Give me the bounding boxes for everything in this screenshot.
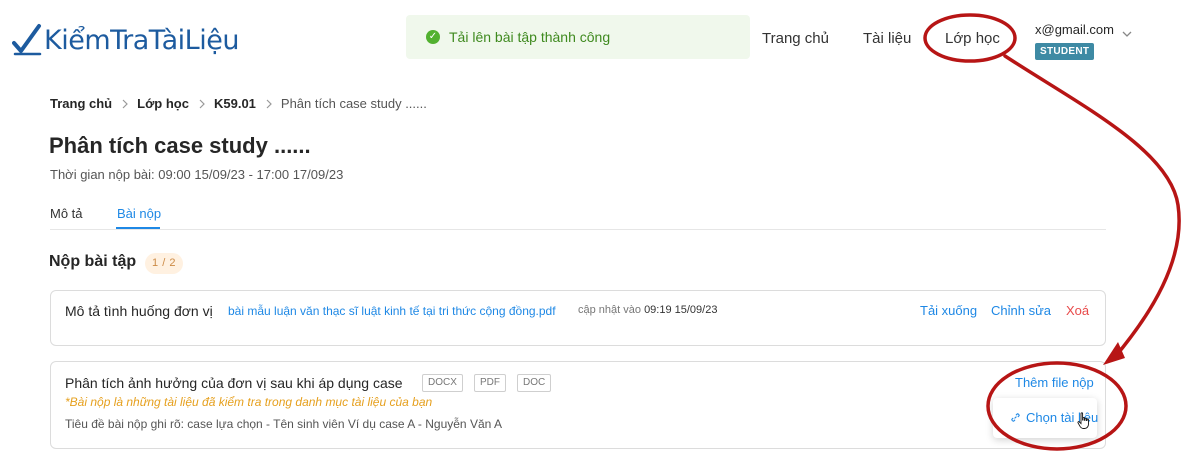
tab-description[interactable]: Mô tả bbox=[50, 206, 83, 221]
logo-text: KiểmTraTàiLiệu bbox=[44, 24, 239, 56]
submission-card: Mô tả tình huống đơn vị bài mẫu luận văn… bbox=[50, 290, 1106, 346]
check-circle-icon: ✓ bbox=[426, 30, 440, 44]
edit-button[interactable]: Chỉnh sửa bbox=[991, 303, 1051, 318]
nav-classes[interactable]: Lớp học bbox=[945, 30, 1000, 47]
hand-cursor-icon bbox=[1077, 412, 1089, 429]
tabs-divider bbox=[50, 229, 1106, 230]
updated-timestamp: cập nhật vào 09:19 15/09/23 bbox=[578, 304, 717, 316]
chevron-right-icon bbox=[199, 99, 205, 108]
nav-documents[interactable]: Tài liệu bbox=[863, 30, 911, 47]
nav-home[interactable]: Trang chủ bbox=[762, 30, 829, 47]
submission-deadline: Thời gian nộp bài: 09:00 15/09/23 - 17:0… bbox=[50, 167, 344, 182]
role-badge: STUDENT bbox=[1035, 43, 1095, 60]
tab-submissions[interactable]: Bài nộp bbox=[117, 206, 161, 221]
section-title: Nộp bài tập bbox=[49, 253, 137, 270]
submission-count-badge: 1 / 2 bbox=[145, 253, 183, 274]
format-tag-pdf: PDF bbox=[474, 374, 506, 392]
format-tag-docx: DOCX bbox=[422, 374, 463, 392]
chevron-right-icon bbox=[266, 99, 272, 108]
submission-hint: Tiêu đề bài nộp ghi rõ: case lựa chọn - … bbox=[65, 417, 502, 431]
updated-label: cập nhật vào bbox=[578, 304, 641, 316]
site-logo[interactable]: KiểmTraTàiLiệu bbox=[12, 20, 239, 60]
add-file-button[interactable]: Thêm file nộp bbox=[1015, 375, 1094, 390]
toast-message: Tải lên bài tập thành công bbox=[449, 29, 611, 45]
submission-title: Phân tích ảnh hưởng của đơn vị sau khi á… bbox=[65, 375, 403, 391]
submission-note: *Bài nộp là những tài liệu đã kiểm tra t… bbox=[65, 395, 433, 409]
breadcrumb-class[interactable]: K59.01 bbox=[214, 96, 256, 111]
submitted-file-link[interactable]: bài mẫu luận văn thạc sĩ luật kinh tế tạ… bbox=[228, 304, 556, 318]
user-email[interactable]: x@gmail.com bbox=[1035, 22, 1114, 37]
annotation-arrowhead bbox=[1103, 342, 1125, 365]
submission-title: Mô tả tình huống đơn vị bbox=[65, 303, 213, 319]
delete-button[interactable]: Xoá bbox=[1066, 303, 1089, 318]
breadcrumb: Trang chủ Lớp học K59.01 Phân tích case … bbox=[50, 96, 427, 111]
format-tag-doc: DOC bbox=[517, 374, 552, 392]
chevron-right-icon bbox=[122, 99, 128, 108]
updated-time: 09:19 15/09/23 bbox=[644, 304, 718, 316]
breadcrumb-home[interactable]: Trang chủ bbox=[50, 96, 112, 111]
checkmark-logo-icon bbox=[12, 24, 42, 56]
breadcrumb-classes[interactable]: Lớp học bbox=[137, 96, 189, 111]
breadcrumb-current: Phân tích case study ...... bbox=[280, 96, 427, 111]
link-icon bbox=[1011, 413, 1020, 422]
submission-card: Phân tích ảnh hưởng của đơn vị sau khi á… bbox=[50, 361, 1106, 449]
page-title: Phân tích case study ...... bbox=[49, 133, 311, 158]
chevron-down-icon[interactable] bbox=[1121, 28, 1133, 40]
download-button[interactable]: Tải xuống bbox=[920, 303, 977, 318]
success-toast: ✓ Tải lên bài tập thành công bbox=[406, 15, 750, 59]
